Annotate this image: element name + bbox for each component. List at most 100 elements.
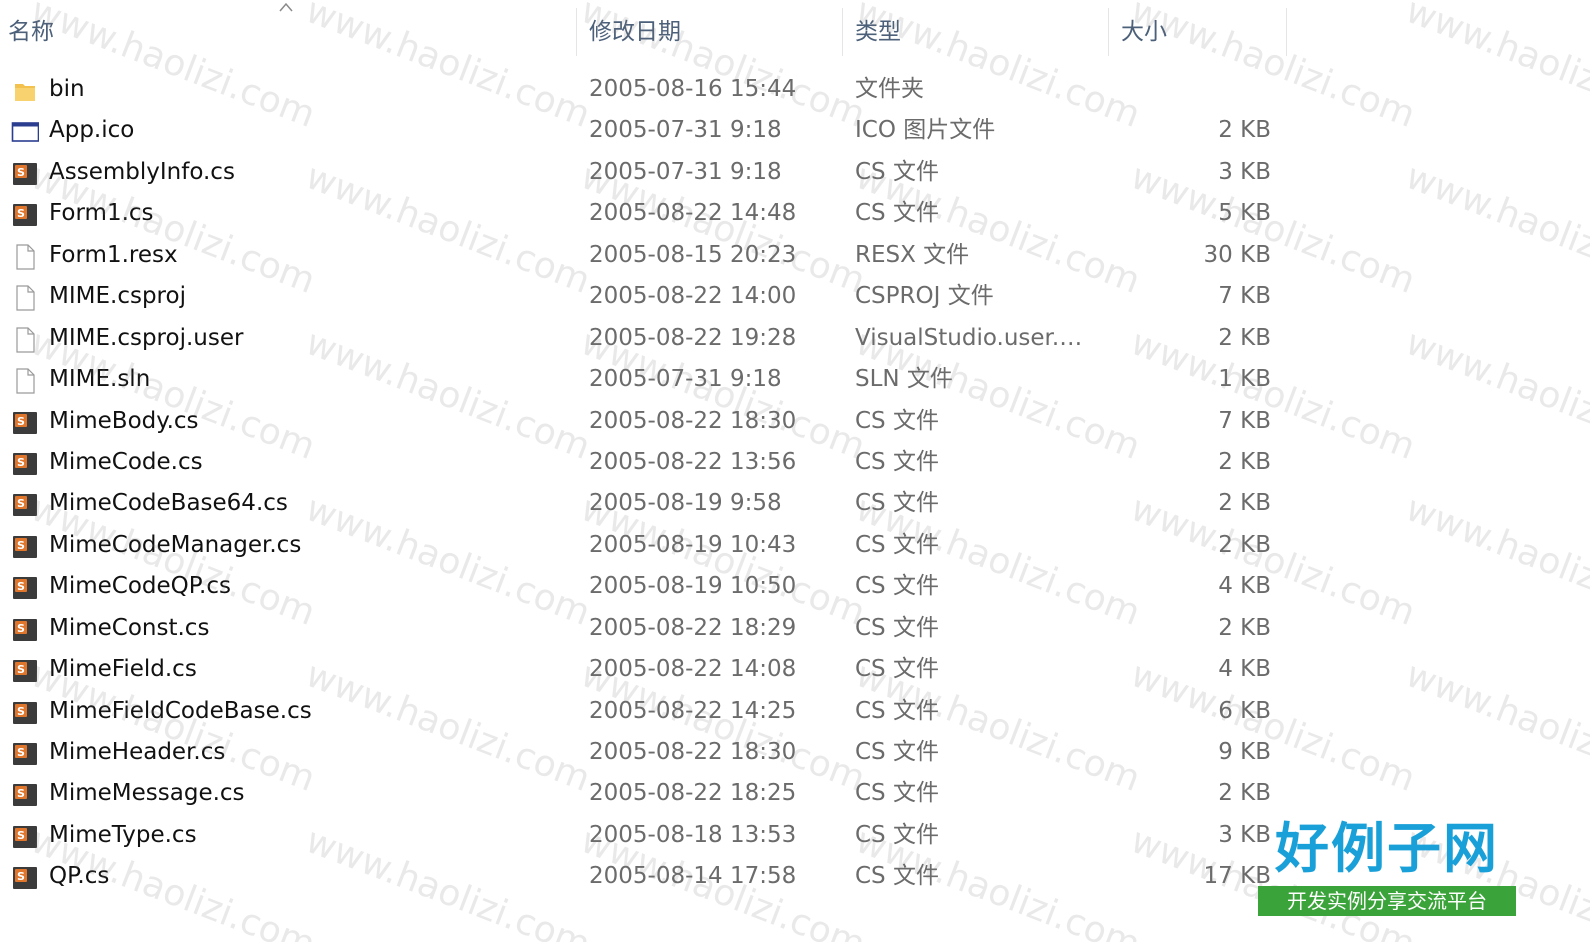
file-type: CS 文件 (855, 531, 939, 558)
file-type: CS 文件 (855, 739, 939, 765)
file-type: CS 文件 (855, 780, 939, 807)
file-row[interactable]: MIME.csproj 2005-08-22 14:00 CSPROJ 文件 7 KB (0, 276, 1300, 317)
cs-file-icon: S (11, 740, 39, 768)
file-size: 9 KB (1218, 739, 1271, 765)
cs-file-icon: S (11, 699, 39, 727)
file-row[interactable]: S MimeField.cs 2005-08-22 14:08 CS 文件 4 KB (0, 649, 1300, 690)
column-divider[interactable] (1286, 8, 1287, 56)
file-modified-date: 2005-08-22 14:25 (589, 697, 797, 724)
file-name: MIME.csproj.user (49, 324, 244, 351)
file-size: 2 KB (1218, 448, 1271, 475)
file-name: MimeType.cs (49, 821, 197, 848)
ico-file-icon (11, 118, 40, 146)
file-row[interactable]: S QP.cs 2005-08-14 17:58 CS 文件 17 KB (0, 856, 1300, 897)
svg-text:S: S (17, 663, 25, 676)
file-size: 17 KB (1203, 863, 1271, 890)
file-row[interactable]: MIME.sln 2005-07-31 9:18 SLN 文件 1 KB (0, 359, 1300, 400)
file-name: MimeCodeManager.cs (49, 531, 302, 558)
file-type: VisualStudio.user.a... (855, 324, 1095, 351)
file-size: 2 KB (1218, 324, 1271, 351)
file-list: bin 2005-08-16 15:44 文件夹 App.ico 2005-07-31 … (0, 69, 1590, 898)
file-name: App.ico (49, 117, 135, 144)
cs-file-icon: S (11, 781, 39, 809)
file-row[interactable]: S AssemblyInfo.cs 2005-07-31 9:18 CS 文件 3 KB (0, 152, 1300, 193)
file-type: CS 文件 (855, 821, 939, 848)
file-row[interactable]: Form1.resx 2005-08-15 20:23 RESX 文件 30 KB (0, 235, 1300, 276)
file-row[interactable]: bin 2005-08-16 15:44 文件夹 (0, 69, 1300, 110)
watermark-logo: 好例子网 开发实例分享交流平台 (1258, 818, 1516, 918)
svg-text:S: S (17, 166, 25, 179)
file-modified-date: 2005-08-22 18:30 (589, 739, 797, 765)
file-modified-date: 2005-07-31 9:18 (589, 117, 782, 144)
file-type: CS 文件 (855, 200, 939, 227)
file-modified-date: 2005-08-22 14:00 (589, 283, 797, 310)
file-row[interactable]: S MimeCodeManager.cs 2005-08-19 10:43 CS 文件… (0, 525, 1300, 566)
file-modified-date: 2005-08-22 19:28 (589, 324, 797, 351)
file-type: CS 文件 (855, 490, 939, 517)
file-size: 1 KB (1218, 366, 1271, 393)
file-modified-date: 2005-08-19 10:43 (589, 531, 797, 558)
file-row[interactable]: S MimeBody.cs 2005-08-22 18:30 CS 文件 7 KB (0, 401, 1300, 442)
file-size: 3 KB (1218, 821, 1271, 848)
cs-file-icon: S (11, 160, 39, 188)
file-row[interactable]: S MimeConst.cs 2005-08-22 18:29 CS 文件 2 KB (0, 608, 1300, 649)
blank-file-icon (11, 326, 39, 354)
svg-text:S: S (17, 207, 25, 220)
column-header-bar: 名称 修改日期 类型 大小 (0, 0, 1590, 64)
logo-title: 好例子网 (1275, 817, 1499, 880)
file-size: 6 KB (1218, 697, 1271, 724)
file-modified-date: 2005-08-14 17:58 (589, 863, 797, 890)
cs-file-icon: S (11, 450, 39, 478)
file-name: QP.cs (49, 863, 110, 890)
cs-file-icon: S (11, 533, 39, 561)
file-row[interactable]: S MimeCodeQP.cs 2005-08-19 10:50 CS 文件 4 KB (0, 566, 1300, 607)
file-row[interactable]: S MimeCode.cs 2005-08-22 13:56 CS 文件 2 KB (0, 442, 1300, 483)
svg-text:S: S (17, 456, 25, 469)
file-size: 30 KB (1203, 241, 1271, 268)
file-modified-date: 2005-08-16 15:44 (589, 76, 797, 102)
file-row[interactable]: App.ico 2005-07-31 9:18 ICO 图片文件 2 KB (0, 110, 1300, 151)
column-header-size[interactable]: 大小 (1113, 14, 1285, 50)
column-header-name[interactable]: 名称 (0, 14, 575, 50)
file-row[interactable]: S MimeCodeBase64.cs 2005-08-19 9:58 CS 文件 2 … (0, 483, 1300, 524)
file-row[interactable]: S MimeMessage.cs 2005-08-22 18:25 CS 文件 2 KB (0, 773, 1300, 814)
file-modified-date: 2005-08-22 13:56 (589, 448, 797, 475)
file-size (1120, 69, 1271, 110)
file-name: AssemblyInfo.cs (49, 158, 235, 185)
file-modified-date: 2005-08-22 18:29 (589, 614, 797, 641)
file-name: MimeCodeBase64.cs (49, 490, 288, 517)
column-header-type[interactable]: 类型 (847, 14, 1107, 50)
column-header-date[interactable]: 修改日期 (581, 14, 841, 50)
file-name: MimeBody.cs (49, 407, 199, 434)
file-name: MimeConst.cs (49, 614, 210, 641)
file-row[interactable]: S MimeHeader.cs 2005-08-22 18:30 CS 文件 9 KB (0, 732, 1300, 773)
file-modified-date: 2005-08-22 18:30 (589, 407, 797, 434)
file-size: 4 KB (1218, 656, 1271, 683)
cs-file-icon: S (11, 864, 39, 892)
file-row[interactable]: MIME.csproj.user 2005-08-22 19:28 VisualSt… (0, 318, 1300, 359)
file-modified-date: 2005-08-19 9:58 (589, 490, 782, 517)
file-modified-date: 2005-08-15 20:23 (589, 241, 797, 268)
column-divider[interactable] (576, 8, 577, 56)
cs-file-icon: S (11, 657, 39, 685)
column-divider[interactable] (1108, 8, 1109, 56)
svg-text:S: S (17, 622, 25, 635)
file-name: MIME.sln (49, 366, 151, 393)
file-row[interactable]: S Form1.cs 2005-08-22 14:48 CS 文件 5 KB (0, 193, 1300, 234)
file-name: MimeCode.cs (49, 448, 203, 475)
file-size: 2 KB (1218, 490, 1271, 517)
file-size: 3 KB (1218, 158, 1271, 185)
file-name: MimeHeader.cs (49, 739, 226, 765)
cs-file-icon: S (11, 823, 39, 851)
file-modified-date: 2005-08-22 18:25 (589, 780, 797, 807)
file-type: CS 文件 (855, 697, 939, 724)
file-row[interactable]: S MimeFieldCodeBase.cs 2005-08-22 14:25 CS … (0, 691, 1300, 732)
file-name: MimeMessage.cs (49, 780, 245, 807)
svg-text:S: S (17, 870, 25, 883)
column-divider[interactable] (842, 8, 843, 56)
file-name: Form1.resx (49, 241, 178, 268)
file-row[interactable]: S MimeType.cs 2005-08-18 13:53 CS 文件 3 KB (0, 815, 1300, 856)
svg-text:S: S (17, 829, 25, 842)
cs-file-icon: S (11, 616, 39, 644)
file-type: CS 文件 (855, 158, 939, 185)
